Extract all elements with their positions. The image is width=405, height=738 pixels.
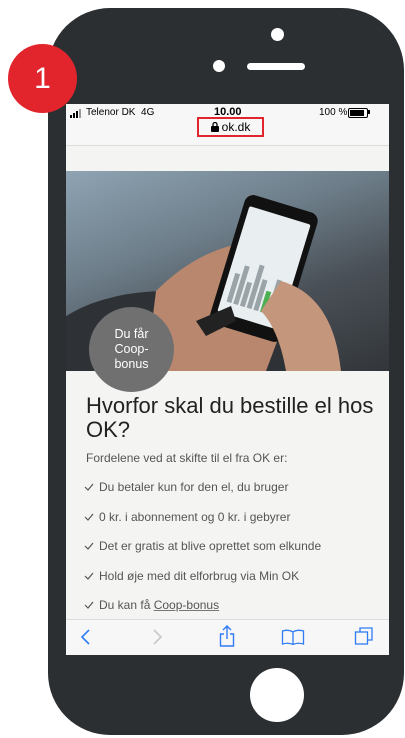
list-item: Du betaler kun for den el, du bruger <box>84 480 321 510</box>
badge-line-1: Du får <box>114 327 149 341</box>
intro-text: Fordelene ved at skifte til el fra OK er… <box>86 451 288 465</box>
back-icon[interactable] <box>79 628 91 646</box>
lock-icon <box>210 122 219 132</box>
phone-screen: Telenor DK 4G 10.00 100 % ok.dk Du får C… <box>66 104 389 655</box>
coop-bonus-badge: Du får Coop- bonus <box>89 307 174 392</box>
url-text: ok.dk <box>221 120 251 134</box>
forward-icon[interactable] <box>152 628 164 646</box>
list-item: 0 kr. i abonnement og 0 kr. i gebyrer <box>84 510 321 540</box>
url-display[interactable]: ok.dk <box>197 117 264 137</box>
network-type: 4G <box>141 107 155 118</box>
check-icon <box>84 513 94 521</box>
page-title: Hvorfor skal du bestille el hos OK? <box>86 393 374 442</box>
safari-toolbar <box>66 619 389 655</box>
bookmarks-icon[interactable] <box>281 629 305 645</box>
earpiece-speaker <box>247 63 305 70</box>
benefit-prefix: Du kan få <box>99 598 151 612</box>
check-icon <box>84 572 94 580</box>
check-icon <box>84 542 94 550</box>
share-icon[interactable] <box>219 625 235 647</box>
carrier-name: Telenor DK <box>86 107 136 118</box>
carrier-label: Telenor DK 4G <box>86 107 154 118</box>
benefit-text: Du betaler kun for den el, du bruger <box>99 480 289 494</box>
battery-tip <box>368 110 370 114</box>
tabs-icon[interactable] <box>354 626 374 646</box>
sensor-dot <box>271 28 284 41</box>
benefit-text: Du kan få Coop-bonus <box>99 598 219 612</box>
badge-line-2: Coop- <box>114 342 149 356</box>
list-item: Det er gratis at blive oprettet som elku… <box>84 539 321 569</box>
front-camera <box>213 60 225 72</box>
benefit-text: Det er gratis at blive oprettet som elku… <box>99 539 322 553</box>
battery-percentage: 100 % <box>319 107 348 118</box>
check-icon <box>84 601 94 609</box>
list-item: Hold øje med dit elforbrug via Min OK <box>84 569 321 599</box>
battery-icon <box>348 108 368 118</box>
benefits-list: Du betaler kun for den el, du bruger 0 k… <box>84 480 321 628</box>
badge-line-3: bonus <box>114 357 149 371</box>
home-button[interactable] <box>250 668 304 722</box>
signal-strength-icon <box>70 109 81 118</box>
benefit-text: 0 kr. i abonnement og 0 kr. i gebyrer <box>99 509 291 524</box>
benefit-text: Hold øje med dit elforbrug via Min OK <box>99 568 300 583</box>
step-number-badge: 1 <box>8 44 77 113</box>
coop-bonus-link[interactable]: Coop-bonus <box>154 598 219 612</box>
check-icon <box>84 483 94 491</box>
